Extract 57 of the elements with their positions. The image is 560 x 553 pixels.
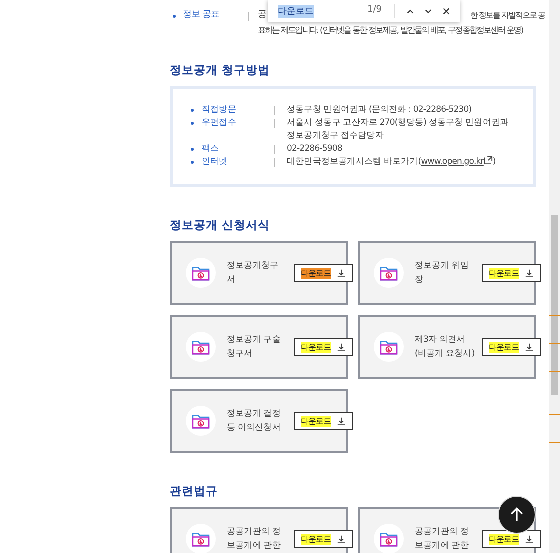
form-title: 공공기관의 정보공개에 관한: [415, 526, 470, 553]
match-highlight: 다운로드: [488, 534, 520, 544]
description-text: 표하는 제도입니다. (인터넷을 통한 정보제공, 발간물의 배포, 구정종합정보센터 운영): [258, 24, 524, 37]
form-title: 제3자 의견서 (비공개 요청시): [415, 334, 475, 361]
folder-download-icon: [192, 531, 210, 547]
match-highlight: 다운로드: [300, 342, 332, 352]
form-title: 정보공개청구서: [227, 260, 280, 287]
download-icon: [525, 268, 534, 278]
download-icon: [337, 342, 346, 352]
folder-download-icon: [380, 531, 398, 547]
download-button[interactable]: 다운로드: [294, 412, 353, 430]
method-value-end: ): [492, 156, 496, 169]
method-label: 우편접수: [202, 117, 238, 130]
download-button[interactable]: 다운로드: [294, 530, 353, 548]
form-title: 정보공개 구술청구서: [227, 334, 282, 361]
folder-download-icon: [380, 265, 398, 281]
site-link[interactable]: www.open.go.kr: [421, 156, 493, 169]
folder-download-icon: [192, 265, 210, 281]
download-icon: [337, 416, 346, 426]
download-button[interactable]: 다운로드: [294, 264, 353, 282]
method-label: 팩스: [202, 143, 220, 156]
close-icon: [442, 6, 450, 16]
find-field[interactable]: 다운로드 1/9: [268, 4, 388, 18]
match-highlight: 다운로드: [300, 416, 332, 426]
match-highlight: 다운로드: [300, 534, 332, 544]
match-highlight: 다운로드: [488, 268, 520, 278]
description-text: 한 정보를 자발적으로 공: [470, 10, 545, 22]
download-button[interactable]: 다운로드: [482, 338, 541, 356]
scroll-top-button[interactable]: [498, 496, 536, 534]
form-title: 공공기관의 정보공개에 관한: [227, 526, 282, 553]
form-title: 정보공개 위임장: [415, 260, 470, 287]
download-button[interactable]: 다운로드: [482, 530, 541, 548]
download-button[interactable]: 다운로드: [482, 264, 541, 282]
folder-download-icon: [380, 339, 398, 355]
method-value: 서울시 성동구 고산자로 270(행당동) 성동구청 민원여권과 정보공개청구 접수담당자: [287, 117, 510, 143]
method-value: 02-2286-5908: [287, 143, 344, 156]
section-heading: 정보공개 신청서식: [170, 217, 272, 233]
download-icon: [337, 268, 346, 278]
method-label: 인터넷: [202, 156, 229, 169]
match-highlight: 다운로드: [488, 342, 520, 352]
download-icon: [525, 342, 534, 352]
method-label: 직접방문: [202, 104, 238, 117]
external-link-icon: [484, 156, 493, 165]
method-value: 성동구청 민원여권과 (문의전화 : 02-2286-5230): [287, 104, 473, 117]
method-value: 대한민국정보공개시스템 바로가기(: [287, 156, 422, 169]
disclosure-label: 정보 공표: [183, 9, 220, 22]
folder-download-icon: [192, 413, 210, 429]
scrollbar[interactable]: [549, 0, 560, 553]
description-start: 공: [258, 9, 266, 22]
download-button[interactable]: 다운로드: [294, 338, 353, 356]
form-title: 정보공개 결정 등 이의신청서: [227, 408, 282, 435]
section-heading: 정보공개 청구방법: [170, 62, 272, 78]
download-icon: [525, 534, 534, 544]
section-heading: 관련법규: [170, 483, 219, 499]
folder-download-icon: [192, 339, 210, 355]
download-icon: [337, 534, 346, 544]
match-highlight: 다운로드: [300, 268, 332, 278]
